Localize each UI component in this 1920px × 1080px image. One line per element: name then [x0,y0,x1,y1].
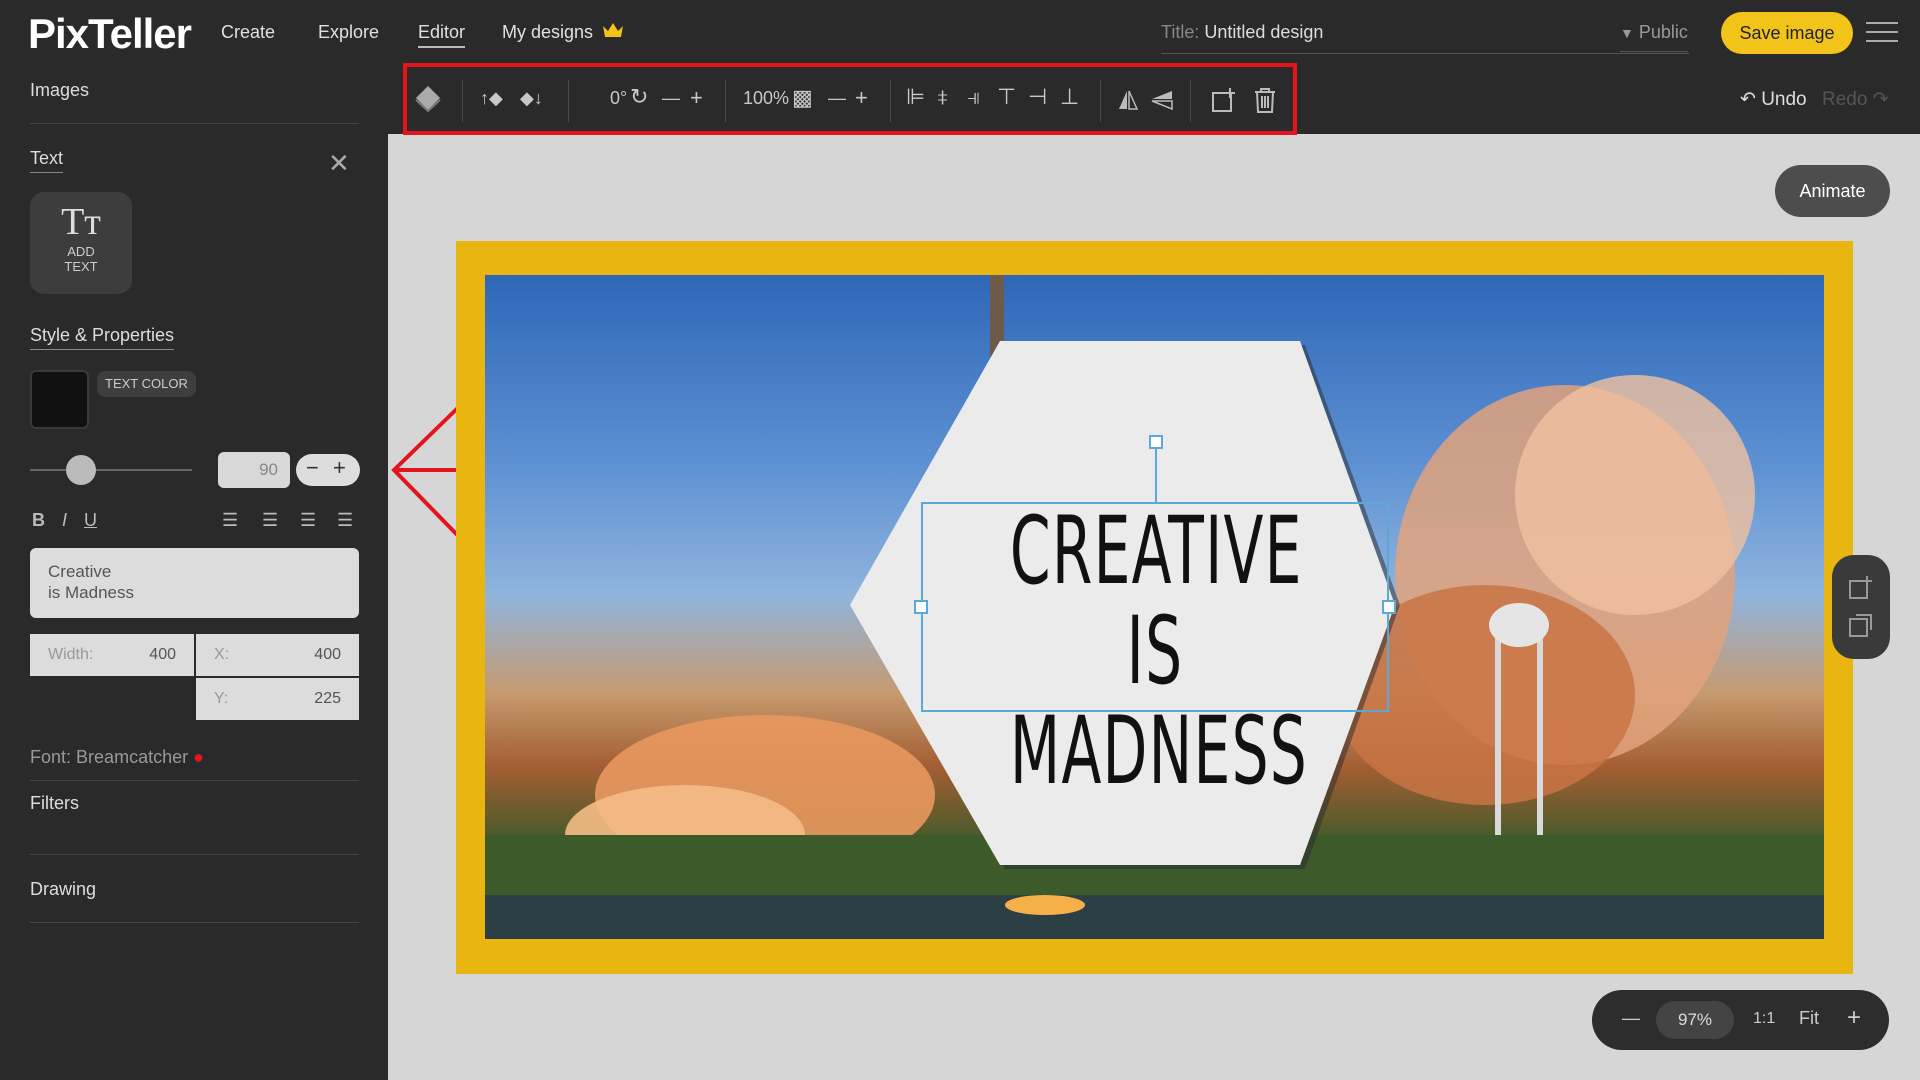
align-text-left-icon[interactable]: ☰ [222,510,238,531]
undo-icon: ↶ [1740,89,1756,110]
align-text-center-icon[interactable]: ☰ [262,510,278,531]
canvas-side-tools [1832,555,1890,659]
duplicate-page-icon[interactable] [1848,613,1874,639]
width-value: 400 [149,646,176,663]
divider [30,854,359,855]
font-size-slider-handle[interactable] [66,455,96,485]
top-bar: PixTeller Create Explore Editor My desig… [0,0,1920,66]
flame-icon: ● [193,747,204,767]
text-color-label: TEXT COLOR [97,371,196,397]
y-label: Y: [214,690,229,707]
add-text-label-2: TEXT [64,259,98,274]
font-label: Font: [30,747,72,767]
zoom-fit-button[interactable]: Fit [1799,1008,1819,1029]
title-field[interactable]: Title: Untitled design [1161,22,1689,54]
add-text-button[interactable]: Tт ADD TEXT [30,192,132,294]
align-text-right-icon[interactable]: ☰ [300,510,316,531]
y-field[interactable]: Y: 225 [196,678,359,720]
redo-button[interactable]: Redo ↷ [1822,88,1889,111]
undo-button[interactable]: ↶ Undo [1740,88,1807,111]
style-properties-heading: Style & Properties [30,325,175,350]
close-icon[interactable]: ✕ [328,148,350,179]
font-size-slider[interactable] [30,469,192,471]
rocket-launch-photo[interactable]: CREATIVE IS MADNESS [485,275,1824,939]
divider [30,922,359,923]
zoom-value[interactable]: 97% [1656,1001,1734,1039]
headline-line-1: CREATIVE [1009,497,1303,606]
bold-icon[interactable]: B [32,510,45,531]
title-label: Title: [1161,22,1200,42]
resize-handle-right[interactable] [1382,600,1396,614]
text-line-2: is Madness [48,583,134,602]
font-size-input[interactable]: 90 [218,452,290,488]
width-label: Width: [48,646,94,663]
underline-icon[interactable]: U [84,510,97,531]
divider [30,123,359,124]
redo-icon: ↷ [1872,89,1889,110]
text-color-swatch[interactable] [30,370,89,429]
hamburger-menu-icon[interactable] [1866,22,1898,44]
increase-size-icon[interactable]: + [333,455,346,481]
chevron-down-icon: ▼ [1620,25,1634,41]
text-icon: Tт [61,201,101,243]
images-section[interactable]: Images [30,80,89,101]
title-input[interactable]: Untitled design [1204,22,1323,42]
text-content-input[interactable]: Creative is Madness [30,548,359,618]
add-text-label-1: ADD [67,244,95,259]
rotate-handle[interactable] [1149,435,1163,449]
nav-my-designs-label: My designs [502,22,594,42]
zoom-ratio-button[interactable]: 1:1 [1753,1010,1775,1028]
nav-my-designs[interactable]: My designs [502,22,624,43]
zoom-in-icon[interactable]: + [1847,1004,1861,1032]
crown-icon [603,23,624,37]
y-value: 225 [314,690,341,707]
filters-section[interactable]: Filters [30,793,79,814]
rotate-handle-line [1155,449,1157,502]
text-section[interactable]: Text [30,148,64,173]
decrease-size-icon[interactable]: − [306,455,319,481]
nav-create[interactable]: Create [221,22,275,43]
redo-label: Redo [1822,89,1868,110]
headline-line-2: IS MADNESS [1009,597,1309,806]
font-selector[interactable]: Font: Breamcatcher ● [30,747,204,768]
width-field[interactable]: Width: 400 [30,634,194,676]
x-label: X: [214,646,230,663]
italic-icon[interactable]: I [62,510,67,531]
nav-explore[interactable]: Explore [318,22,379,43]
visibility-label: Public [1638,22,1688,42]
logo[interactable]: PixTeller [28,10,192,58]
add-page-icon[interactable] [1848,575,1874,601]
undo-label: Undo [1761,89,1807,110]
toolbar-highlight-box [403,63,1297,135]
zoom-controls: — 97% 1:1 Fit + [1592,990,1889,1050]
text-line-1: Creative [48,562,112,581]
zoom-out-icon[interactable]: — [1622,1008,1640,1029]
font-size-stepper: − + [296,454,360,486]
x-field[interactable]: X: 400 [196,634,359,676]
font-name: Breamcatcher [76,747,189,767]
animate-button[interactable]: Animate [1775,165,1890,217]
align-text-justify-icon[interactable]: ☰ [337,510,353,531]
x-value: 400 [314,646,341,663]
save-image-button[interactable]: Save image [1721,12,1853,54]
headline-text[interactable]: CREATIVE IS MADNESS [1009,497,1307,802]
visibility-dropdown[interactable]: ▼ Public [1620,22,1688,52]
nav-editor[interactable]: Editor [418,22,466,48]
resize-handle-left[interactable] [914,600,928,614]
divider [30,780,359,781]
drawing-section[interactable]: Drawing [30,879,96,900]
